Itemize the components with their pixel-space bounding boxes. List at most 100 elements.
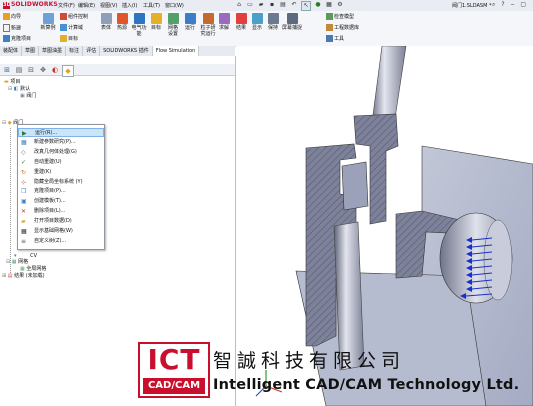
tab-sketch[interactable]: 草图 xyxy=(22,46,40,56)
screen-capture-button[interactable]: 屏幕捕捉 xyxy=(282,13,302,31)
electric-icon xyxy=(133,13,145,24)
solidworks-logo[interactable]: 3DSSOLIDWORKS xyxy=(3,1,58,10)
context-menu-item[interactable]: ▶ 运行(R)... xyxy=(18,128,104,138)
file-props-icon[interactable]: ▦ xyxy=(325,1,333,9)
goal-icon xyxy=(60,35,67,42)
ict-logo-text: ICT xyxy=(147,343,201,376)
run-icon xyxy=(184,13,196,24)
context-menu-label: 显示基础网格(W) xyxy=(34,228,73,234)
new-project-button[interactable]: 新建 xyxy=(3,24,21,32)
tree-item-results[interactable]: ⊞ ▤ 结果 (未加载) xyxy=(2,273,45,280)
context-menu-label: 自定义树(Z)... xyxy=(34,237,67,244)
check-model-button[interactable]: 检查模型 xyxy=(326,13,354,20)
commandmanager-ribbon: 向导 新建 克隆项目 新算例 组件控制 计算域 目标 表体 热源 电气功能 目标… xyxy=(0,11,533,47)
maximize-icon[interactable]: ▢ xyxy=(520,1,526,9)
menu-file[interactable]: 文件(F) xyxy=(58,2,75,9)
tools-icon xyxy=(326,35,333,42)
context-menu-item[interactable]: ▣ 创建模板(T)... xyxy=(18,197,104,206)
dimxpert-tab-icon[interactable]: ✥ xyxy=(38,65,48,75)
tree-root-projects[interactable]: ▬ 项目 xyxy=(4,79,20,86)
menu-tools[interactable]: 工具(T) xyxy=(143,2,160,9)
goals-button[interactable]: 目标 xyxy=(60,35,78,42)
tab-assembly[interactable]: 装配体 xyxy=(0,46,23,56)
tree-item-part[interactable]: ▣ 阀门 xyxy=(20,93,36,100)
options-icon[interactable]: ⚙ xyxy=(336,1,344,9)
body-icon xyxy=(100,13,112,24)
context-menu-item[interactable]: ↻ 重建(K) xyxy=(18,168,104,177)
tab-flow-simulation[interactable]: Flow Simulation xyxy=(152,46,200,56)
config-icon: ◧ xyxy=(13,86,19,92)
engineering-database-button[interactable]: 工程数据库 xyxy=(326,24,359,31)
display-button[interactable]: 显示 xyxy=(250,13,264,31)
select-icon[interactable]: ↖ xyxy=(301,1,311,11)
solver-button[interactable]: 求解 xyxy=(218,13,230,31)
context-menu-item[interactable]: ⊹ 隐藏全局坐标系统 (Y) xyxy=(18,178,104,187)
context-menu-label: 打开项目数据(D) xyxy=(34,218,72,225)
new-study-button[interactable]: 新算例 xyxy=(38,13,58,31)
delete-icon: ✕ xyxy=(21,208,27,216)
context-menu-label: 删除项目(L)... xyxy=(34,208,66,215)
run-button[interactable]: 运行 xyxy=(184,13,196,31)
target-icon xyxy=(150,13,162,24)
manager-tab-strip: ⊞ ▤ ⊟ ✥ ◐ ◆ xyxy=(0,64,235,77)
context-menu-item[interactable]: ▦ 显示基础网格(W) xyxy=(18,227,104,236)
context-menu-item[interactable]: ❐ 克隆项目(P)... xyxy=(18,187,104,196)
menu-window[interactable]: 窗口(W) xyxy=(165,2,184,9)
target-button[interactable]: 目标 xyxy=(149,13,163,31)
tree-item-mesh[interactable]: ⊟ ▦ 网格 xyxy=(6,259,28,266)
context-menu-item[interactable]: ✕ 删除项目(L)... xyxy=(18,207,104,216)
home-icon[interactable]: ⌂ xyxy=(235,1,243,9)
tab-markup[interactable]: 标注 xyxy=(66,46,84,56)
context-menu-item[interactable]: ≡ 自定义树(Z)... xyxy=(18,237,104,246)
display-manager-tab-icon[interactable]: ◐ xyxy=(50,65,60,75)
context-menu-item[interactable]: ▦ 新建参数研究(P)... xyxy=(18,138,104,147)
help-icon[interactable]: ? xyxy=(501,1,504,9)
menu-insert[interactable]: 插入(I) xyxy=(122,2,137,9)
open-icon[interactable]: ▰ xyxy=(257,1,265,9)
results-button[interactable]: 结果 xyxy=(234,13,248,31)
context-menu-label: 隐藏全局坐标系统 (Y) xyxy=(34,178,83,185)
3ds-logo-icon: 3DS xyxy=(3,2,15,9)
solver-icon xyxy=(218,13,230,24)
folder-icon: ▰ xyxy=(21,218,26,226)
tools-button[interactable]: 工具 xyxy=(326,35,344,42)
context-menu-item[interactable]: ✓ 自动重建(U) xyxy=(18,158,104,167)
study-icon xyxy=(42,13,54,24)
part-icon: ▣ xyxy=(20,93,25,99)
mesh-settings-button[interactable]: 网格设置 xyxy=(166,13,180,37)
electrical-button[interactable]: 电气功能 xyxy=(131,13,147,37)
search-icon[interactable]: ⌕ xyxy=(492,1,495,9)
new-doc-icon[interactable]: ▭ xyxy=(246,1,254,9)
menu-view[interactable]: 视图(V) xyxy=(100,2,117,9)
component-control-button[interactable]: 组件控制 xyxy=(60,13,88,20)
tab-addins[interactable]: SOLIDWORKS 插件 xyxy=(100,46,153,56)
company-name-english: Intelligent CAD/CAM Technology Ltd. xyxy=(213,377,520,393)
computational-domain-button[interactable]: 计算域 xyxy=(60,24,83,31)
solid-body-button[interactable]: 表体 xyxy=(99,13,113,31)
flow-analysis-tab-icon[interactable]: ◆ xyxy=(62,65,74,77)
save-icon[interactable]: ▪ xyxy=(268,1,276,9)
tab-sketch-ink[interactable]: 草图油墨 xyxy=(39,46,67,56)
keep-button[interactable]: 保持 xyxy=(266,13,280,31)
component-icon xyxy=(60,13,67,20)
propertymanager-tab-icon[interactable]: ▤ xyxy=(14,65,24,75)
clone-project-button[interactable]: 克隆项目 xyxy=(3,35,31,42)
company-name-chinese: 智誠科技有限公司 xyxy=(213,350,406,372)
context-menu-item[interactable]: ▰ 打开项目数据(D) xyxy=(18,217,104,226)
minimize-icon[interactable]: ‒ xyxy=(511,1,515,9)
rebuild-icon[interactable]: ● xyxy=(314,1,322,9)
context-menu-item[interactable]: ◇ 改真几何体处理(G) xyxy=(18,148,104,157)
tree-item-default[interactable]: ⊟ ◧ 默认 xyxy=(8,86,30,93)
particle-icon xyxy=(202,13,214,24)
particle-study-button[interactable]: 粒子研究运行 xyxy=(199,13,217,37)
assembly-icon: ◆ xyxy=(7,120,12,126)
featuremanager-tab-icon[interactable]: ⊞ xyxy=(2,65,12,75)
menu-edit[interactable]: 编辑(E) xyxy=(78,2,95,9)
tab-evaluate[interactable]: 评估 xyxy=(83,46,101,56)
heat-source-button[interactable]: 热源 xyxy=(115,13,129,31)
undo-icon[interactable]: ↶ xyxy=(290,1,298,9)
print-icon[interactable]: ▤ xyxy=(279,1,287,9)
configmanager-tab-icon[interactable]: ⊟ xyxy=(26,65,36,75)
wizard-button[interactable]: 向导 xyxy=(3,13,21,20)
tree-item-global-mesh[interactable]: ▦ 全局网格 xyxy=(20,266,46,273)
